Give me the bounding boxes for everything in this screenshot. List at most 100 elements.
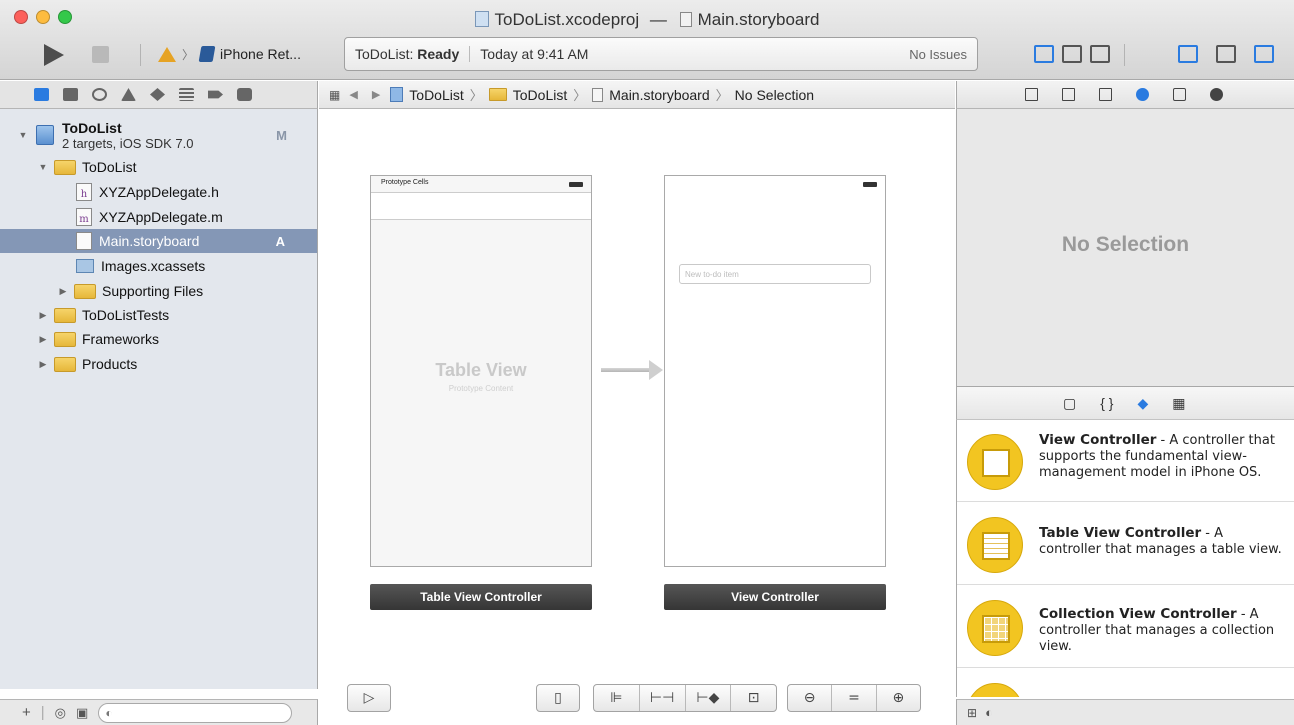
activity-time: Today at 9:41 AM <box>480 46 589 62</box>
version-editor-icon[interactable] <box>1090 45 1110 63</box>
standard-editor-icon[interactable] <box>1034 45 1054 63</box>
breadcrumb-selection[interactable]: No Selection <box>735 87 814 103</box>
media-library-icon[interactable]: ▦ <box>1172 395 1185 412</box>
project-navigator-icon[interactable] <box>34 88 49 101</box>
segue-line[interactable] <box>601 368 651 372</box>
storyboard-canvas[interactable]: Prototype Cells Table View Prototype Con… <box>319 109 955 725</box>
stop-button[interactable] <box>92 46 109 63</box>
library-item-partial[interactable] <box>957 669 1294 697</box>
related-items-icon[interactable]: ▦ <box>329 88 340 102</box>
test-navigator-icon[interactable] <box>150 88 165 101</box>
add-icon[interactable]: + <box>22 704 31 721</box>
new-todo-text-field[interactable]: New to-do item <box>679 264 871 284</box>
tree-row-file-selected[interactable]: Main.storyboard A <box>0 229 317 253</box>
disclosure-open-icon[interactable]: ▼ <box>38 162 48 172</box>
toolbar-divider <box>140 44 141 66</box>
source-control-filter-icon[interactable]: ▣ <box>76 705 88 721</box>
zoom-in-icon[interactable]: ⊕ <box>877 685 920 711</box>
header-file-icon: h <box>76 183 92 201</box>
breadcrumb-file[interactable]: Main.storyboard <box>609 87 709 103</box>
search-icon[interactable] <box>92 88 107 101</box>
zoom-out-icon[interactable]: ⊖ <box>788 685 833 711</box>
table-view-controller-scene[interactable]: Prototype Cells Table View Prototype Con… <box>370 175 592 567</box>
jump-bar: ▦ ◀ ▶ ToDoList 〉 ToDoList 〉 Main.storybo… <box>319 81 955 109</box>
file-inspector-icon[interactable] <box>1025 88 1038 101</box>
disclosure-open-icon[interactable]: ▼ <box>18 130 28 140</box>
tree-row-file[interactable]: Images.xcassets <box>0 254 317 278</box>
zoom-controls[interactable]: ⊖ = ⊕ <box>787 684 921 712</box>
prototype-cell[interactable] <box>371 192 591 220</box>
size-inspector-icon[interactable] <box>1173 88 1186 101</box>
code-snippet-library-icon[interactable]: { } <box>1100 395 1113 411</box>
breadcrumb-project[interactable]: ToDoList <box>409 87 463 103</box>
table-view-subtitle: Prototype Content <box>448 384 514 393</box>
library-item[interactable]: Table View Controller - A controller tha… <box>957 503 1294 585</box>
issue-navigator-icon[interactable] <box>121 88 136 101</box>
no-selection-label: No Selection <box>1061 233 1190 256</box>
tree-row-file[interactable]: m XYZAppDelegate.m <box>0 205 317 229</box>
utilities-toggle-icon[interactable] <box>1254 45 1274 63</box>
run-button[interactable] <box>44 44 64 66</box>
debug-navigator-icon[interactable] <box>179 88 194 101</box>
library-item-title: Collection View Controller <box>1039 606 1237 622</box>
tree-row-group[interactable]: ▼ ToDoList <box>0 155 317 179</box>
quick-help-icon[interactable] <box>1062 88 1075 101</box>
zoom-fit-icon[interactable]: = <box>832 685 877 711</box>
navigator-toggle-icon[interactable] <box>1178 45 1198 63</box>
scheme-selector[interactable]: 〉 iPhone Ret... <box>158 42 301 66</box>
file-template-library-icon[interactable]: ▢ <box>1063 395 1076 412</box>
tree-row-label: Frameworks <box>82 331 160 347</box>
resizing-icon[interactable]: ⊡ <box>731 685 776 711</box>
resolve-icon[interactable]: ⊢◆ <box>686 685 732 711</box>
iphone-form-factor-icon: ▯ <box>554 690 562 706</box>
simulated-metrics-button[interactable]: ▯ <box>536 684 580 712</box>
disclosure-closed-icon[interactable]: ▶ <box>38 310 48 321</box>
connections-inspector-icon[interactable] <box>1210 88 1223 101</box>
disclosure-closed-icon[interactable]: ▶ <box>38 334 48 345</box>
scene-label-view-controller[interactable]: View Controller <box>664 584 886 610</box>
assistant-editor-icon[interactable] <box>1062 45 1082 63</box>
folder-icon <box>54 331 76 347</box>
tree-row-group[interactable]: ▶ ToDoListTests <box>0 303 317 327</box>
tree-row-label: Supporting Files <box>102 283 204 299</box>
recent-files-icon[interactable]: ◎ <box>55 705 66 721</box>
disclosure-closed-icon[interactable]: ▶ <box>58 286 68 297</box>
segue-arrow-icon <box>649 360 663 380</box>
disclosure-closed-icon[interactable]: ▶ <box>38 359 48 370</box>
identity-inspector-icon[interactable] <box>1099 88 1112 101</box>
navigator-filter-input[interactable]: ◐ <box>98 702 293 723</box>
play-outline-icon: ▷ <box>363 690 375 706</box>
layout-controls[interactable]: ⊫ ⊢⊣ ⊢◆ ⊡ <box>593 684 777 712</box>
tree-row-project[interactable]: ▼ ToDoList 2 targets, iOS SDK 7.0 M <box>0 115 317 155</box>
table-view-placeholder: Table View <box>435 360 527 380</box>
scene-label-table-view-controller[interactable]: Table View Controller <box>370 584 592 610</box>
folder-icon <box>74 283 96 299</box>
folder-icon <box>54 307 76 323</box>
tree-row-label: Products <box>82 356 138 372</box>
pin-icon[interactable]: ⊢⊣ <box>640 685 686 711</box>
activity-status: ToDoList: Ready <box>355 46 460 62</box>
tree-row-group[interactable]: ▶ Products <box>0 352 317 376</box>
project-navigator: ▼ ToDoList 2 targets, iOS SDK 7.0 M ▼ To… <box>0 109 318 689</box>
window-title: ToDoList.xcodeproj — Main.storyboard <box>0 10 1294 30</box>
library-item[interactable]: View Controller - A controller that supp… <box>957 420 1294 502</box>
breadcrumb-group[interactable]: ToDoList <box>513 87 567 103</box>
tree-row-file[interactable]: h XYZAppDelegate.h <box>0 180 317 204</box>
object-library-icon[interactable]: ◆ <box>1137 395 1148 412</box>
issues-indicator[interactable]: No Issues <box>909 47 967 62</box>
grid-view-icon[interactable]: ⊞ <box>967 706 977 720</box>
attributes-inspector-icon[interactable] <box>1136 88 1149 101</box>
tree-row-group[interactable]: ▶ Supporting Files <box>0 279 317 303</box>
document-outline-toggle[interactable]: ▷ <box>347 684 391 712</box>
tree-row-group[interactable]: ▶ Frameworks <box>0 327 317 351</box>
debug-area-toggle-icon[interactable] <box>1216 45 1236 63</box>
symbol-navigator-icon[interactable] <box>63 88 78 101</box>
log-navigator-icon[interactable] <box>237 88 252 101</box>
filter-icon[interactable]: ◐ <box>985 705 993 720</box>
breakpoint-navigator-icon[interactable] <box>208 90 223 99</box>
view-controller-scene[interactable]: New to-do item <box>664 175 886 567</box>
library-item[interactable]: Collection View Controller - A controlle… <box>957 586 1294 668</box>
back-arrow-icon[interactable]: ◀ <box>345 88 361 101</box>
align-icon[interactable]: ⊫ <box>594 685 640 711</box>
forward-arrow-icon[interactable]: ▶ <box>368 88 384 101</box>
